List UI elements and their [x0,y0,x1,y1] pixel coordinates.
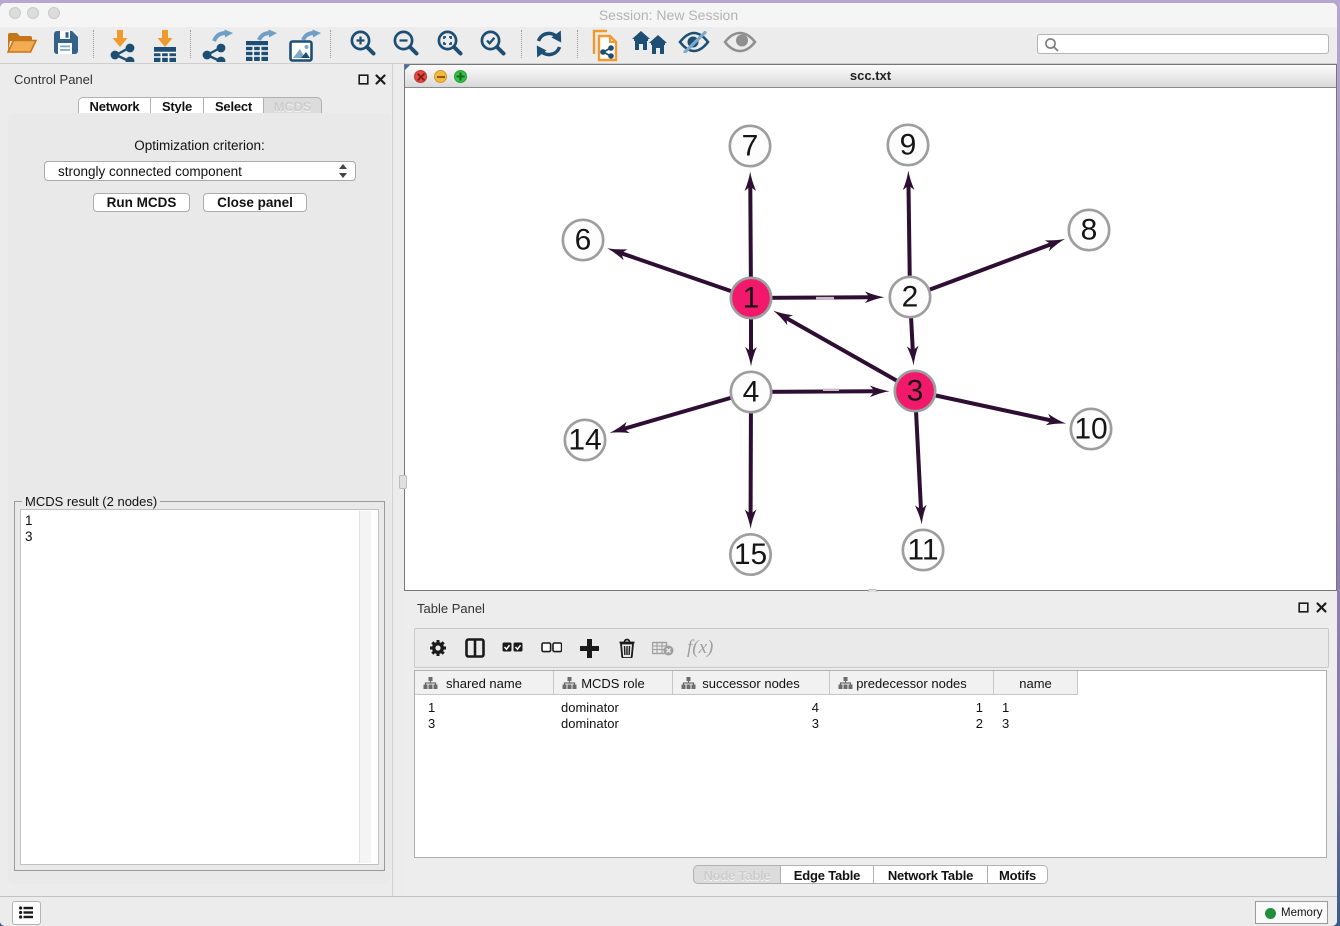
svg-text:15: 15 [734,538,767,571]
svg-text:10: 10 [1074,413,1107,446]
svg-text:7: 7 [742,130,759,163]
svg-text:2: 2 [902,281,919,314]
svg-text:11: 11 [907,534,938,567]
svg-text:9: 9 [900,129,917,162]
svg-text:3: 3 [907,375,924,408]
svg-text:6: 6 [575,224,592,257]
svg-text:8: 8 [1081,214,1098,247]
svg-text:4: 4 [743,376,760,409]
svg-text:14: 14 [568,424,601,457]
svg-text:1: 1 [743,282,760,315]
